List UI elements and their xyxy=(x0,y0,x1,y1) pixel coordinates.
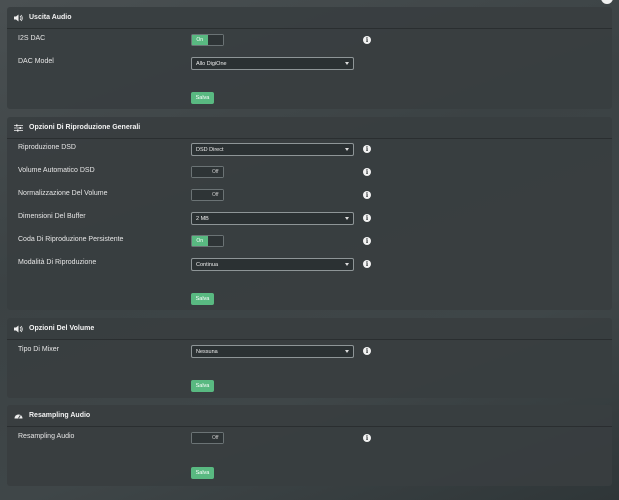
speaker-icon xyxy=(13,13,23,23)
panel-title: Opzioni Del Volume xyxy=(29,325,95,332)
panel-volume-options: Opzioni Del Volume Tipo Di Mixer Nessuna… xyxy=(7,318,612,398)
toggle-knob xyxy=(207,236,223,246)
select-value: Nessuna xyxy=(196,348,218,355)
mixer-type-label: Tipo Di Mixer xyxy=(18,346,59,353)
dsd-auto-volume-toggle[interactable]: Off xyxy=(191,166,224,178)
panel-header-playback-general: Opzioni Di Riproduzione Generali xyxy=(7,117,612,139)
toggle-state: Off xyxy=(207,167,223,177)
playback-mode-select[interactable]: Continua xyxy=(191,258,354,271)
sliders-icon xyxy=(13,123,23,133)
panel-header-audio-output: Uscita Audio xyxy=(7,7,612,29)
select-value: 2 MB xyxy=(196,215,209,222)
panel-title: Uscita Audio xyxy=(29,14,72,21)
mixer-type-select[interactable]: Nessuna xyxy=(191,345,354,358)
info-icon[interactable]: i xyxy=(363,237,371,245)
toggle-knob xyxy=(192,433,208,443)
dsd-playback-select[interactable]: DSD Direct xyxy=(191,143,354,156)
gauge-icon xyxy=(13,411,23,421)
persistent-queue-toggle[interactable]: On xyxy=(191,235,224,247)
save-button-audio-output[interactable]: Salva xyxy=(191,92,214,104)
info-icon[interactable]: i xyxy=(363,347,371,355)
panel-resampling: Resampling Audio Resampling Audio Off i … xyxy=(7,405,612,486)
toggle-knob xyxy=(192,167,208,177)
chevron-down-icon xyxy=(345,263,349,266)
info-icon[interactable]: i xyxy=(363,191,371,199)
toggle-state: Off xyxy=(207,433,223,443)
toggle-state: On xyxy=(192,35,208,45)
chevron-down-icon xyxy=(345,148,349,151)
select-value: DSD Direct xyxy=(196,146,224,153)
toggle-knob xyxy=(192,190,208,200)
row-i2s-dac: I2S DAC On i xyxy=(7,34,612,48)
row-volume-normalization: Normalizzazione Del Volume Off i xyxy=(7,189,612,203)
save-button-volume-options[interactable]: Salva xyxy=(191,380,214,392)
dsd-auto-volume-label: Volume Automatico DSD xyxy=(18,167,95,174)
volume-normalization-label: Normalizzazione Del Volume xyxy=(18,190,108,197)
dac-model-label: DAC Model xyxy=(18,58,54,65)
chevron-down-icon xyxy=(345,217,349,220)
info-icon[interactable]: i xyxy=(363,214,371,222)
row-resampling-audio: Resampling Audio Off i xyxy=(7,432,612,446)
row-dsd-auto-volume: Volume Automatico DSD Off i xyxy=(7,166,612,180)
info-icon[interactable]: i xyxy=(363,36,371,44)
row-playback-mode: Modalità Di Riproduzione Continua i xyxy=(7,258,612,272)
playback-mode-label: Modalità Di Riproduzione xyxy=(18,259,97,266)
speaker-icon xyxy=(13,324,23,334)
save-button-resampling[interactable]: Salva xyxy=(191,467,214,479)
row-buffer-size: Dimensioni Del Buffer 2 MB i xyxy=(7,212,612,226)
row-persistent-queue: Coda Di Riproduzione Persistente On i xyxy=(7,235,612,249)
panel-title: Opzioni Di Riproduzione Generali xyxy=(29,124,141,131)
close-icon[interactable] xyxy=(601,0,613,4)
chevron-down-icon xyxy=(345,350,349,353)
buffer-size-label: Dimensioni Del Buffer xyxy=(18,213,86,220)
resampling-audio-toggle[interactable]: Off xyxy=(191,432,224,444)
toggle-knob xyxy=(207,35,223,45)
panel-header-volume-options: Opzioni Del Volume xyxy=(7,318,612,340)
info-icon[interactable]: i xyxy=(363,260,371,268)
row-dac-model: DAC Model Allo DigiOne xyxy=(7,57,612,71)
i2s-dac-label: I2S DAC xyxy=(18,35,46,42)
info-icon[interactable]: i xyxy=(363,434,371,442)
row-dsd-playback: Riproduzione DSD DSD Direct i xyxy=(7,143,612,157)
buffer-size-select[interactable]: 2 MB xyxy=(191,212,354,225)
info-icon[interactable]: i xyxy=(363,145,371,153)
row-mixer-type: Tipo Di Mixer Nessuna i xyxy=(7,345,612,359)
persistent-queue-label: Coda Di Riproduzione Persistente xyxy=(18,236,124,243)
panel-playback-general: Opzioni Di Riproduzione Generali Riprodu… xyxy=(7,117,612,310)
chevron-down-icon xyxy=(345,62,349,65)
select-value: Allo DigiOne xyxy=(196,60,227,67)
panel-audio-output: Uscita Audio I2S DAC On i DAC Model Allo… xyxy=(7,7,612,109)
dsd-playback-label: Riproduzione DSD xyxy=(18,144,76,151)
panel-title: Resampling Audio xyxy=(29,412,91,419)
save-button-playback-general[interactable]: Salva xyxy=(191,293,214,305)
info-icon[interactable]: i xyxy=(363,168,371,176)
select-value: Continua xyxy=(196,261,219,268)
i2s-dac-toggle[interactable]: On xyxy=(191,34,224,46)
resampling-audio-label: Resampling Audio xyxy=(18,433,75,440)
volume-normalization-toggle[interactable]: Off xyxy=(191,189,224,201)
panel-header-resampling: Resampling Audio xyxy=(7,405,612,427)
toggle-state: On xyxy=(192,236,208,246)
toggle-state: Off xyxy=(207,190,223,200)
dac-model-select[interactable]: Allo DigiOne xyxy=(191,57,354,70)
